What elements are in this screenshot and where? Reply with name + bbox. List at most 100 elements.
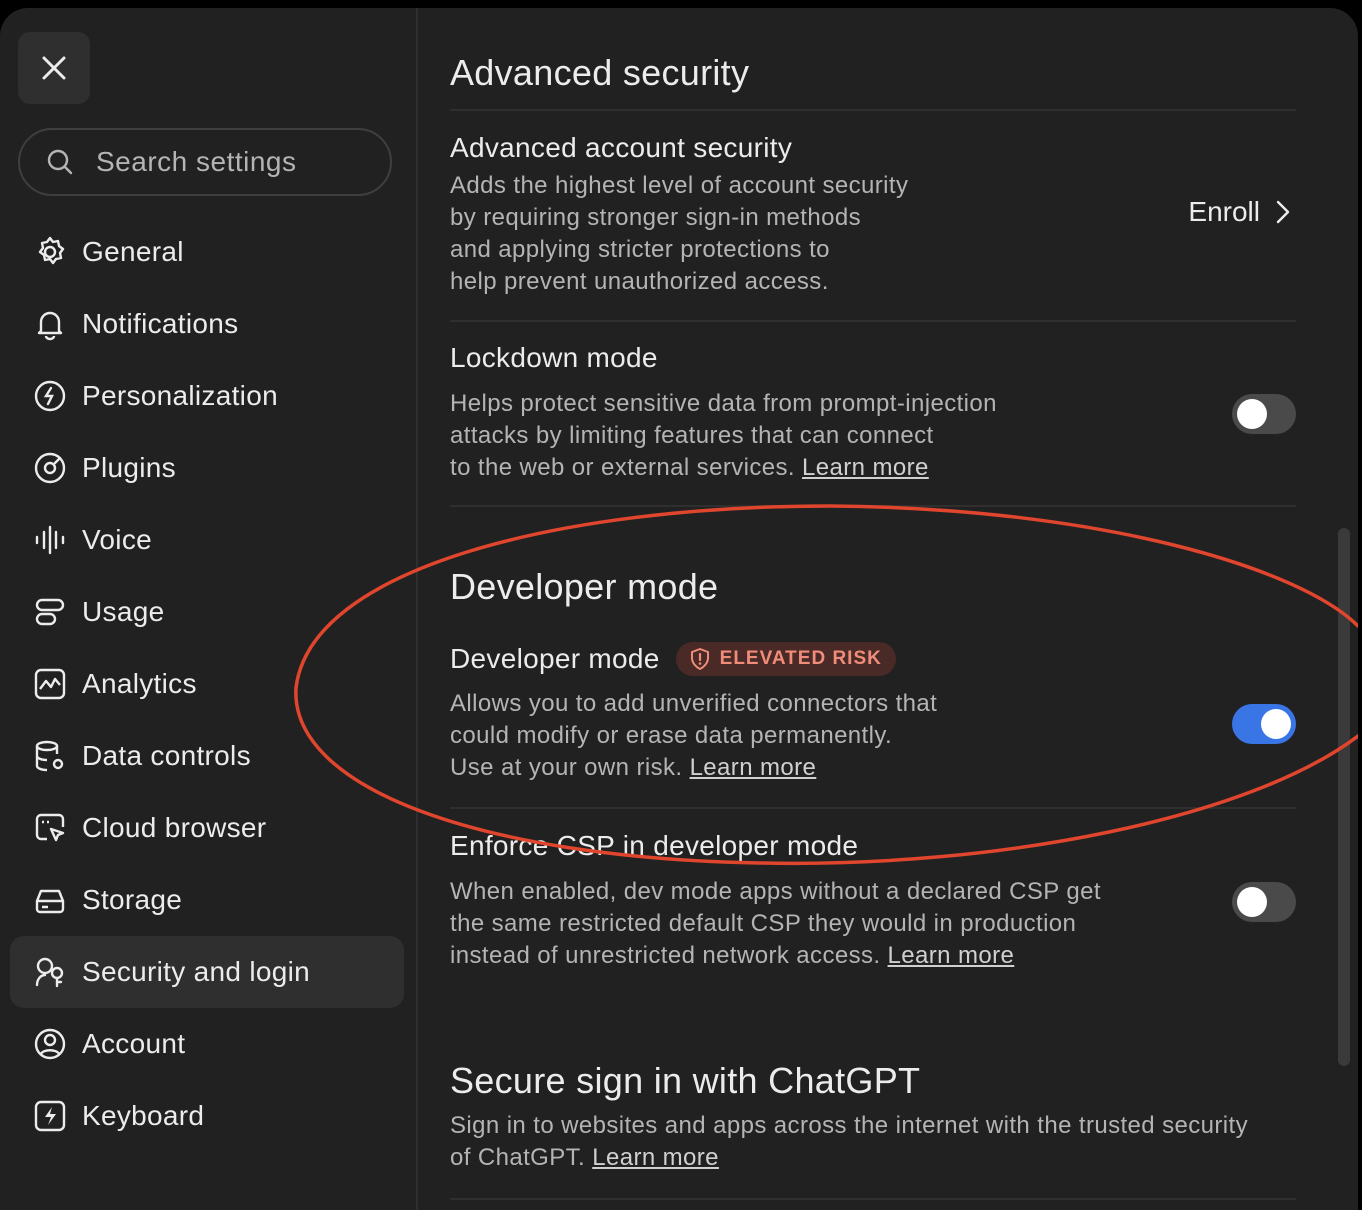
sidebar-item-security-and-login[interactable]: Security and login — [10, 936, 404, 1008]
gear-icon — [32, 234, 68, 270]
sidebar-item-personalization[interactable]: Personalization — [10, 360, 404, 432]
waveform-icon — [32, 522, 68, 558]
divider — [450, 807, 1296, 809]
developer-mode-toggle[interactable] — [1232, 704, 1296, 744]
close-button[interactable] — [18, 32, 90, 104]
cloud-browser-icon — [32, 810, 68, 846]
elevated-risk-badge: ELEVATED RISK — [675, 642, 896, 676]
enforce-csp-row: Enforce CSP in developer mode When enabl… — [450, 830, 1296, 972]
search-icon — [46, 148, 74, 176]
sidebar-item-label: Plugins — [82, 452, 176, 483]
sidebar-item-notifications[interactable]: Notifications — [10, 288, 404, 360]
desc-text: Use at your own risk. — [450, 754, 683, 781]
personalization-icon — [32, 378, 68, 414]
lockdown-mode-row: Lockdown mode Helps protect sensitive da… — [450, 342, 1296, 484]
desc-line: to the web or external services. Learn m… — [450, 452, 1296, 484]
divider — [450, 505, 1296, 507]
settings-sidebar: General Notifications Personalization Pl… — [0, 8, 418, 1210]
learn-more-link[interactable]: Learn more — [690, 754, 817, 781]
search-input[interactable] — [94, 145, 378, 179]
sidebar-item-general[interactable]: General — [10, 216, 404, 288]
enforce-csp-toggle[interactable] — [1232, 882, 1296, 922]
toggle-knob — [1237, 887, 1267, 917]
desc-line: help prevent unauthorized access. — [450, 268, 829, 295]
sidebar-item-label: Notifications — [82, 308, 239, 339]
row-title: Advanced account security — [450, 132, 793, 163]
divider — [450, 320, 1296, 322]
sidebar-item-plugins[interactable]: Plugins — [10, 432, 404, 504]
section-title-secure-sign-in: Secure sign in with ChatGPT — [450, 1060, 921, 1101]
desc-line: Use at your own risk. Learn more — [450, 752, 1296, 784]
row-title: Developer mode — [450, 643, 660, 674]
sidebar-item-keyboard[interactable]: Keyboard — [10, 1080, 404, 1152]
secure-sign-in-description: Sign in to websites and apps across the … — [450, 1110, 1296, 1174]
close-icon — [41, 55, 67, 81]
sidebar-item-label: Voice — [82, 524, 152, 555]
lockdown-mode-toggle[interactable] — [1232, 394, 1296, 434]
desc-line: of ChatGPT. Learn more — [450, 1142, 1296, 1174]
keyboard-icon — [32, 1098, 68, 1134]
desc-line: the same restricted default CSP they wou… — [450, 910, 1077, 937]
desc-text: to the web or external services. — [450, 454, 795, 481]
divider — [450, 1198, 1296, 1200]
sidebar-item-usage[interactable]: Usage — [10, 576, 404, 648]
advanced-account-security-row: Advanced account security Adds the highe… — [450, 132, 1296, 298]
section-title-advanced-security: Advanced security — [450, 52, 750, 93]
sidebar-item-label: Usage — [82, 596, 165, 627]
row-description: When enabled, dev mode apps without a de… — [450, 876, 1296, 972]
shield-alert-icon — [690, 648, 710, 670]
developer-mode-row: Developer mode ELEVATED RISK Allows you … — [450, 642, 1296, 784]
learn-more-link[interactable]: Learn more — [802, 454, 929, 481]
scrollbar[interactable] — [1338, 528, 1350, 1066]
desc-line: Sign in to websites and apps across the … — [450, 1112, 1249, 1139]
learn-more-link[interactable]: Learn more — [592, 1144, 719, 1171]
settings-nav: General Notifications Personalization Pl… — [10, 216, 404, 1152]
desc-line: and applying stricter protections to — [450, 236, 830, 263]
sidebar-item-data-controls[interactable]: Data controls — [10, 720, 404, 792]
badge-label: ELEVATED RISK — [719, 648, 882, 669]
learn-more-link[interactable]: Learn more — [888, 942, 1015, 969]
security-icon — [32, 954, 68, 990]
row-description: Allows you to add unverified connectors … — [450, 688, 1296, 784]
sidebar-item-label: Account — [82, 1028, 186, 1059]
row-description: Adds the highest level of account securi… — [450, 170, 1296, 298]
sidebar-item-analytics[interactable]: Analytics — [10, 648, 404, 720]
sidebar-item-label: Personalization — [82, 380, 278, 411]
settings-main-panel: Advanced security Advanced account secur… — [418, 8, 1358, 1210]
sidebar-item-label: Data controls — [82, 740, 251, 771]
usage-icon — [32, 594, 68, 630]
desc-text: of ChatGPT. — [450, 1144, 586, 1171]
sidebar-item-label: Analytics — [82, 668, 197, 699]
sidebar-item-label: Security and login — [82, 956, 310, 987]
sidebar-item-label: General — [82, 236, 184, 267]
toggle-knob — [1237, 399, 1267, 429]
settings-window: General Notifications Personalization Pl… — [0, 8, 1358, 1210]
desc-line: attacks by limiting features that can co… — [450, 422, 934, 449]
plugins-icon — [32, 450, 68, 486]
enroll-button[interactable]: Enroll — [1188, 196, 1290, 228]
sidebar-item-label: Storage — [82, 884, 183, 915]
desc-line: instead of unrestricted network access. … — [450, 940, 1296, 972]
row-title: Enforce CSP in developer mode — [450, 830, 859, 861]
sidebar-item-account[interactable]: Account — [10, 1008, 404, 1080]
desc-line: could modify or erase data permanently. — [450, 722, 893, 749]
database-icon — [32, 738, 68, 774]
desc-line: Adds the highest level of account securi… — [450, 172, 909, 199]
desc-line: When enabled, dev mode apps without a de… — [450, 878, 1101, 905]
row-title: Lockdown mode — [450, 342, 658, 373]
sidebar-item-label: Keyboard — [82, 1100, 205, 1131]
desc-line: Helps protect sensitive data from prompt… — [450, 390, 997, 417]
sidebar-item-cloud-browser[interactable]: Cloud browser — [10, 792, 404, 864]
row-description: Helps protect sensitive data from prompt… — [450, 388, 1296, 484]
analytics-icon — [32, 666, 68, 702]
sidebar-item-label: Cloud browser — [82, 812, 267, 843]
sidebar-item-storage[interactable]: Storage — [10, 864, 404, 936]
desc-line: Allows you to add unverified connectors … — [450, 690, 938, 717]
search-settings-field[interactable] — [18, 128, 392, 196]
sidebar-item-voice[interactable]: Voice — [10, 504, 404, 576]
bell-icon — [32, 306, 68, 342]
row-title-line: Developer mode ELEVATED RISK — [450, 642, 1296, 676]
desc-text: instead of unrestricted network access. — [450, 942, 881, 969]
toggle-knob — [1261, 709, 1291, 739]
chevron-right-icon — [1276, 200, 1290, 224]
